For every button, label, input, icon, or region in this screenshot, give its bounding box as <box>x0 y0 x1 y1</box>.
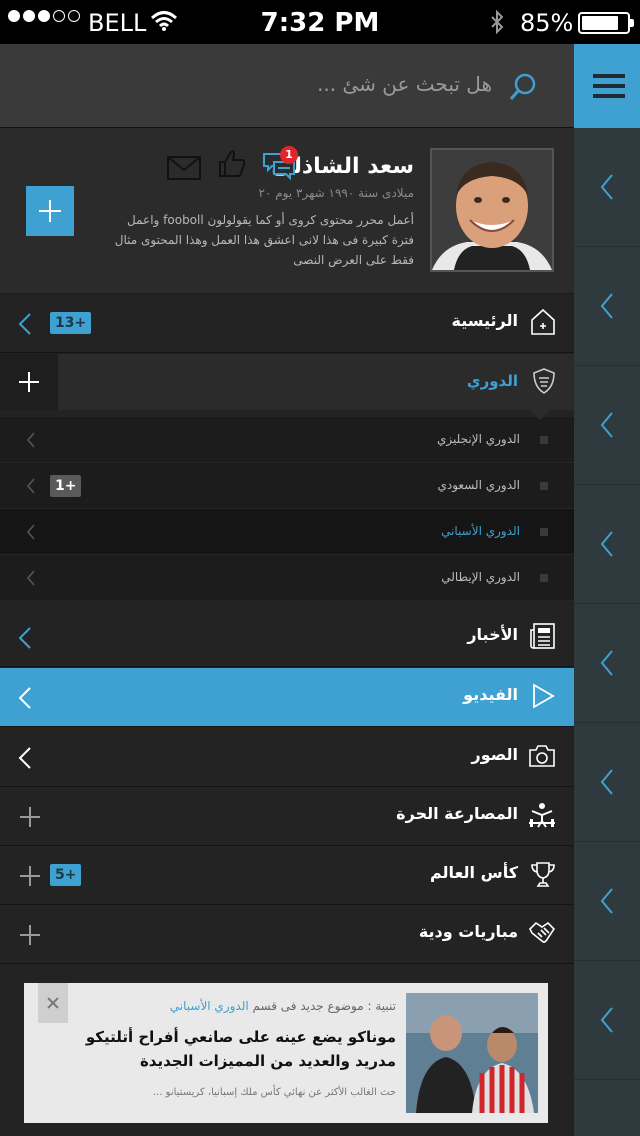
status-bar: BELL 7:32 PM 85% <box>0 0 640 44</box>
menu-item-photos[interactable]: الصور <box>0 728 574 787</box>
submenu-item[interactable]: الدوري الإنجليزي <box>0 417 574 463</box>
submenu-item-label: الدوري الإنجليزي <box>437 432 520 446</box>
chevron-left-icon <box>600 531 613 557</box>
rail-row[interactable] <box>574 247 640 366</box>
count-badge: 1+ <box>50 475 82 497</box>
bluetooth-icon <box>491 10 504 34</box>
submenu-item[interactable]: الدوري الأسباني <box>0 509 574 555</box>
rail-row[interactable] <box>574 842 640 961</box>
weightlifter-icon <box>529 803 555 828</box>
messages-button[interactable]: 1 <box>262 146 298 184</box>
chevron-left-icon <box>600 1007 613 1033</box>
rail-row[interactable] <box>574 366 640 485</box>
chevron-left-icon <box>600 412 613 438</box>
handshake-icon <box>529 921 556 943</box>
menu-item-league[interactable]: الدوري <box>0 354 574 420</box>
trophy-icon <box>531 862 555 887</box>
menu-item-home[interactable]: الرئيسية 13+ <box>0 294 574 353</box>
chevron-left-icon <box>600 650 613 676</box>
side-drawer: هل تبحث عن شئ ... سعد الشاذلى ميلادى سنة… <box>0 44 574 1136</box>
menu-item-label: كأس العالم <box>429 863 518 882</box>
home-icon <box>531 308 555 335</box>
chevron-left-icon <box>600 888 613 914</box>
expand-plus-icon[interactable] <box>20 807 40 827</box>
mail-icon[interactable] <box>167 156 201 180</box>
chevron-left-icon <box>26 478 35 494</box>
chevron-left-icon <box>26 432 35 448</box>
close-button[interactable] <box>38 983 68 1023</box>
profile-bio: أعمل محرر محتوى كروى أو كما يقولولون foo… <box>114 213 414 267</box>
rail-row[interactable] <box>574 485 640 604</box>
notification-card[interactable]: تنبية : موضوع جديد فى قسم الدوري الأسبان… <box>24 983 548 1123</box>
search-input[interactable]: هل تبحث عن شئ ... <box>317 72 492 96</box>
avatar-photo <box>432 150 552 270</box>
notification-header: تنبية : موضوع جديد فى قسم الدوري الأسبان… <box>169 999 396 1013</box>
chevron-left-icon <box>26 570 35 586</box>
rail-row[interactable] <box>574 604 640 723</box>
notification-title[interactable]: موناكو يضع عينه على صانعي أفراح أتلتيكو … <box>56 1025 396 1073</box>
expand-toggle-button[interactable] <box>0 354 58 410</box>
menu-item-worldcup[interactable]: كأس العالم 5+ <box>0 846 574 905</box>
count-badge: 5+ <box>50 864 82 886</box>
expand-plus-icon[interactable] <box>20 866 40 886</box>
menu-item-news[interactable]: الأخبار <box>0 608 574 667</box>
submenu-item-label: الدوري الأسباني <box>441 524 520 538</box>
submenu-item[interactable]: الدوري السعودي 1+ <box>0 463 574 509</box>
submenu-item-label: الدوري الإيطالي <box>441 570 520 584</box>
submenu-item[interactable]: الدوري الإيطالي <box>0 555 574 601</box>
count-badge: 13+ <box>50 312 92 334</box>
shield-icon <box>533 368 555 394</box>
menu-item-label: مباريات ودية <box>418 922 518 941</box>
menu-item-label: الصور <box>471 745 519 764</box>
menu-item-label: الدوري <box>466 372 518 390</box>
news-thumbnail <box>406 993 538 1113</box>
camera-icon <box>529 745 555 767</box>
hamburger-icon <box>593 74 625 104</box>
menu-toggle-button[interactable] <box>558 44 640 128</box>
rail-row[interactable] <box>574 961 640 1080</box>
avatar[interactable] <box>430 148 554 272</box>
menu-item-wrestling[interactable]: المصارعة الحرة <box>0 787 574 846</box>
menu-item-label: الفيديو <box>463 685 518 704</box>
menu-item-friendlies[interactable]: مباريات ودية <box>0 905 574 964</box>
expand-plus-icon[interactable] <box>20 925 40 945</box>
chevron-left-icon <box>26 524 35 540</box>
add-button[interactable] <box>26 186 74 236</box>
search-icon[interactable] <box>508 72 538 102</box>
menu-item-video[interactable]: الفيديو <box>0 668 574 727</box>
battery-percent: 85% <box>520 9 574 37</box>
chevron-left-icon <box>600 293 613 319</box>
rail-row[interactable] <box>574 723 640 842</box>
menu-item-label: الأخبار <box>467 625 518 644</box>
newspaper-icon <box>530 623 555 649</box>
background-page-rail <box>558 44 640 1136</box>
chevron-left-icon <box>18 627 31 649</box>
rail-row[interactable] <box>574 128 640 247</box>
play-icon <box>533 683 555 709</box>
menu-item-label: الرئيسية <box>451 311 519 330</box>
battery-icon <box>578 12 634 34</box>
user-profile: سعد الشاذلى ميلادى سنة ١٩٩٠ شهر٣ يوم ٢٠ … <box>0 128 574 294</box>
menu-item-label: المصارعة الحرة <box>396 804 518 823</box>
chevron-left-icon <box>18 687 31 709</box>
profile-birthdate: ميلادى سنة ١٩٩٠ شهر٣ يوم ٢٠ <box>258 186 414 200</box>
search-bar[interactable]: هل تبحث عن شئ ... <box>0 44 574 128</box>
submenu-item-label: الدوري السعودي <box>437 478 520 492</box>
chevron-left-icon <box>18 747 31 769</box>
chevron-left-icon <box>18 313 31 335</box>
notification-description: حث الغالب الأكثر عن نهائي كأس ملك إسباني… <box>152 1087 396 1098</box>
like-icon[interactable] <box>218 148 246 178</box>
chevron-left-icon <box>600 769 613 795</box>
chevron-left-icon <box>600 174 613 200</box>
message-count-badge: 1 <box>280 146 298 164</box>
